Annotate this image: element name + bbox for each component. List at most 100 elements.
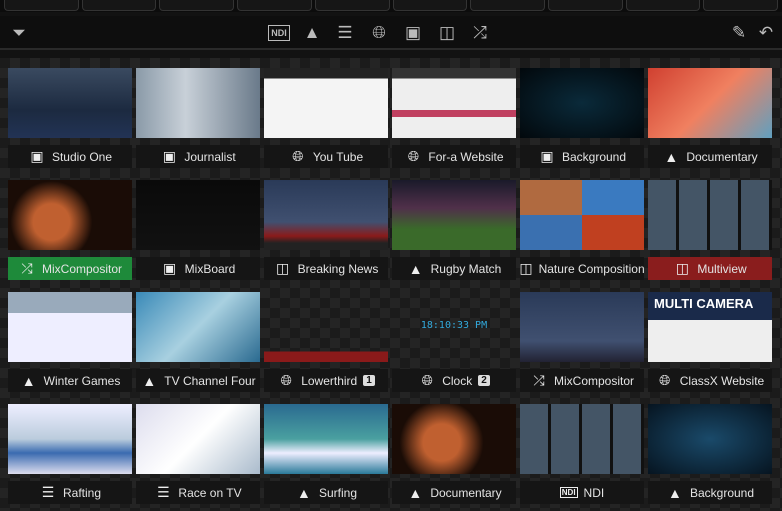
- tab[interactable]: [237, 0, 312, 11]
- source-label[interactable]: 🌐︎ You Tube: [264, 145, 388, 168]
- source-tile[interactable]: 🌐︎ For-a Website: [392, 68, 516, 170]
- source-thumbnail[interactable]: [264, 292, 388, 362]
- vlc-icon: ▲: [297, 484, 311, 501]
- filter-icon[interactable]: ⏷: [8, 22, 30, 44]
- mixcompositor-icon[interactable]: ⤮: [469, 22, 491, 44]
- source-name: Winter Games: [43, 373, 121, 388]
- source-tile[interactable]: ▲ TV Channel Four: [136, 292, 260, 394]
- source-tile[interactable]: 🌐︎ You Tube: [264, 68, 388, 170]
- tab[interactable]: [81, 0, 157, 11]
- source-tile[interactable]: ▣ Background: [520, 68, 644, 170]
- source-tile[interactable]: ▣ MixBoard: [136, 180, 260, 282]
- multiview-icon: ◫: [276, 260, 290, 276]
- ndi-icon: NDI: [559, 487, 578, 498]
- source-thumbnail[interactable]: MULTI CAMERA: [648, 292, 772, 362]
- vlc-cone-icon[interactable]: ▲: [301, 22, 323, 44]
- source-label[interactable]: ◫ Multiview: [648, 257, 772, 280]
- source-tile[interactable]: ◫ Multiview: [648, 180, 772, 282]
- source-label[interactable]: ☰ Rafting: [8, 481, 132, 504]
- source-tile[interactable]: 18:10:33 PM 🌐︎ Clock 2: [392, 292, 516, 394]
- video-monitor-icon[interactable]: ▣: [402, 22, 424, 44]
- tab[interactable]: [470, 0, 545, 11]
- source-name: Background: [689, 485, 755, 500]
- multiview-icon[interactable]: ◫: [436, 22, 458, 44]
- source-tile[interactable]: ☰ Rafting: [8, 404, 132, 506]
- source-tile[interactable]: ◫ Breaking News: [264, 180, 388, 282]
- source-tile[interactable]: MULTI CAMERA 🌐︎ ClassX Website: [648, 292, 772, 394]
- tab[interactable]: [703, 0, 779, 11]
- source-tile[interactable]: ▣ Journalist: [136, 68, 260, 170]
- source-tile[interactable]: ▲ Documentary: [392, 404, 516, 506]
- source-thumbnail[interactable]: [648, 180, 772, 250]
- source-label[interactable]: ⤮ MixCompositor: [520, 369, 644, 392]
- source-thumbnail[interactable]: [8, 180, 132, 250]
- tab[interactable]: [314, 0, 390, 11]
- source-thumbnail[interactable]: [520, 292, 644, 362]
- source-label[interactable]: ▲ Rugby Match: [392, 257, 516, 280]
- source-thumbnail[interactable]: [648, 404, 772, 474]
- compositor-icon: ⤮: [533, 372, 545, 388]
- source-label[interactable]: ▣ MixBoard: [136, 257, 260, 280]
- source-label[interactable]: 🌐︎ For-a Website: [392, 145, 516, 168]
- source-label[interactable]: 🌐︎ Clock 2: [392, 369, 516, 392]
- tab[interactable]: [547, 0, 623, 11]
- source-thumbnail[interactable]: [648, 68, 772, 138]
- source-label[interactable]: ▲ Winter Games: [8, 369, 132, 392]
- source-tile[interactable]: ▲ Documentary: [648, 68, 772, 170]
- source-thumbnail[interactable]: [136, 180, 260, 250]
- source-thumbnail[interactable]: [392, 68, 516, 138]
- source-label[interactable]: 🌐︎ Lowerthird 1: [264, 369, 388, 392]
- source-tile[interactable]: ▲ Surfing: [264, 404, 388, 506]
- source-thumbnail[interactable]: 18:10:33 PM: [392, 292, 516, 362]
- source-thumbnail[interactable]: [8, 68, 132, 138]
- source-thumbnail[interactable]: [392, 180, 516, 250]
- source-thumbnail[interactable]: [264, 180, 388, 250]
- tab[interactable]: [392, 0, 468, 11]
- source-label[interactable]: ▲ Documentary: [392, 481, 516, 504]
- source-tile[interactable]: 🌐︎ Lowerthird 1: [264, 292, 388, 394]
- source-label[interactable]: ◫ Nature Composition: [519, 257, 645, 280]
- source-tile[interactable]: ▲ Background: [648, 404, 772, 506]
- source-tile[interactable]: ☰ Race on TV: [136, 404, 260, 506]
- source-label[interactable]: ⤮ MixCompositor: [8, 257, 132, 280]
- source-label[interactable]: NDI NDI: [520, 481, 644, 504]
- source-thumbnail[interactable]: [136, 292, 260, 362]
- source-tile[interactable]: ⤮ MixCompositor: [520, 292, 644, 394]
- source-tile[interactable]: ◫ Nature Composition: [519, 180, 645, 282]
- source-thumbnail[interactable]: [520, 404, 644, 474]
- source-tile[interactable]: ▣ Studio One: [8, 68, 132, 170]
- source-thumbnail[interactable]: [264, 68, 388, 138]
- source-label[interactable]: ▲ Documentary: [648, 145, 772, 168]
- source-label[interactable]: ▣ Journalist: [136, 145, 260, 168]
- pencil-icon[interactable]: ✎: [728, 22, 750, 44]
- source-thumbnail[interactable]: [520, 68, 644, 138]
- source-tile[interactable]: NDI NDI: [520, 404, 644, 506]
- source-label[interactable]: ▣ Background: [520, 145, 644, 168]
- tab[interactable]: [159, 0, 235, 11]
- source-label[interactable]: ▣ Studio One: [8, 145, 132, 168]
- source-label[interactable]: ☰ Race on TV: [136, 481, 260, 504]
- source-tile[interactable]: ▲ Rugby Match: [392, 180, 516, 282]
- tab[interactable]: [4, 0, 79, 11]
- source-label[interactable]: ▲ TV Channel Four: [136, 369, 260, 392]
- source-thumbnail[interactable]: [264, 404, 388, 474]
- source-thumbnail[interactable]: [520, 180, 644, 250]
- source-label[interactable]: ▲ Surfing: [264, 481, 388, 504]
- source-label[interactable]: 🌐︎ ClassX Website: [648, 369, 772, 392]
- source-label[interactable]: ▲ Background: [648, 481, 772, 504]
- source-tile[interactable]: ⤮ MixCompositor: [8, 180, 132, 282]
- web-browser-icon[interactable]: 🌐︎: [368, 22, 390, 44]
- web-icon: 🌐︎: [292, 148, 304, 164]
- source-thumbnail[interactable]: [8, 404, 132, 474]
- source-tile[interactable]: ▲ Winter Games: [8, 292, 132, 394]
- playlist-icon[interactable]: ☰: [334, 22, 356, 44]
- source-thumbnail[interactable]: [8, 292, 132, 362]
- tab[interactable]: [625, 0, 701, 11]
- source-thumbnail[interactable]: [136, 404, 260, 474]
- source-thumbnail[interactable]: [136, 68, 260, 138]
- ndi-icon[interactable]: NDI: [268, 25, 290, 41]
- vlc-icon: ▲: [408, 484, 423, 501]
- source-thumbnail[interactable]: [392, 404, 516, 474]
- source-label[interactable]: ◫ Breaking News: [264, 257, 388, 280]
- undo-icon[interactable]: ↶: [755, 22, 777, 44]
